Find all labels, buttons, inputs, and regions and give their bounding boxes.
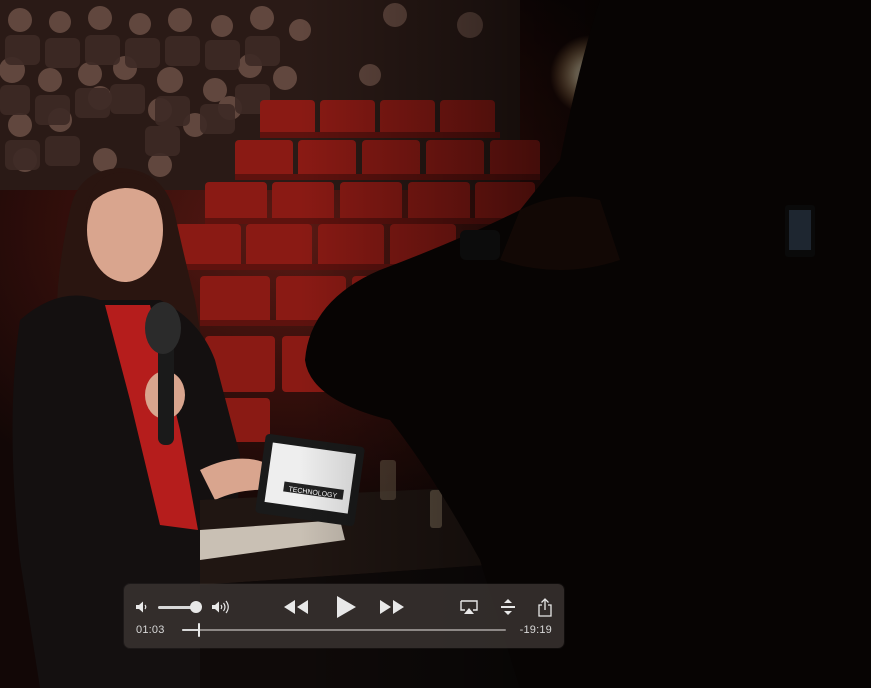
timeline-scrubber[interactable] (182, 623, 506, 637)
volume-slider-knob[interactable] (189, 601, 202, 613)
airplay-icon (460, 599, 478, 614)
media-controls-bar: 01:03 -19:19 (124, 584, 564, 648)
resize-icon (501, 599, 515, 615)
fast-forward-button[interactable] (378, 598, 406, 616)
timeline-played (182, 629, 200, 631)
fast-forward-icon (380, 600, 404, 614)
elapsed-time: 01:03 (136, 624, 165, 636)
play-button[interactable] (334, 595, 358, 619)
share-icon (538, 597, 552, 617)
play-icon (337, 596, 356, 618)
share-button[interactable] (538, 597, 552, 617)
volume-min-button[interactable] (134, 599, 150, 615)
playhead[interactable] (198, 623, 201, 637)
rewind-button[interactable] (282, 598, 310, 616)
airplay-button[interactable] (459, 599, 479, 615)
speaker-low-icon (136, 601, 147, 613)
resize-button[interactable] (500, 598, 516, 616)
remaining-time: -19:19 (519, 624, 552, 636)
speaker-high-icon (212, 600, 229, 614)
volume-max-button[interactable] (210, 599, 234, 615)
rewind-icon (284, 600, 308, 614)
